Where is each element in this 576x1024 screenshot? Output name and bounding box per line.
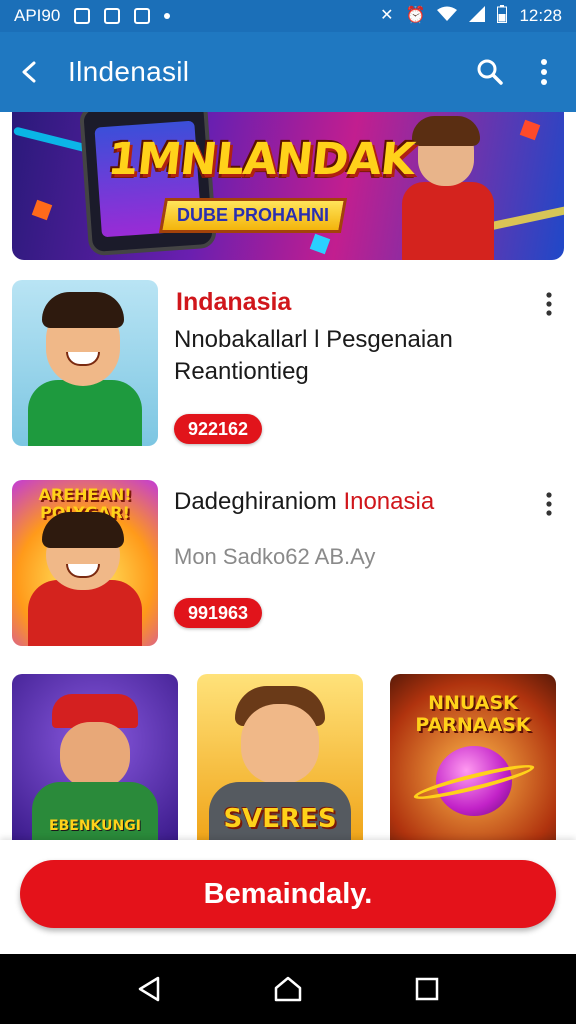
back-button[interactable] <box>2 44 58 100</box>
grid-card-label: SVERES <box>223 804 337 834</box>
triangle-back-icon <box>139 976 160 1002</box>
overflow-menu-button[interactable] <box>520 48 568 96</box>
screen: API90 ✕ ⏰ 12:28 Ilndenasil 1MNLANDAK DUB… <box>0 0 576 1024</box>
nav-recents-button[interactable] <box>399 961 455 1017</box>
item-subtitle: Mon Sadko62 AB.Ay <box>174 544 376 569</box>
nav-back-button[interactable] <box>121 961 177 1017</box>
cta-bar: Bemaindaly. <box>0 840 576 954</box>
item-title: Nnobakallarl l Pesgenaian Reantiontieg <box>174 326 453 385</box>
home-icon <box>274 976 302 1002</box>
grid-card[interactable]: SVERES <box>197 674 363 840</box>
promo-banner[interactable]: 1MNLANDAK DUBE PROHAHNI <box>12 112 564 260</box>
item-title: Dadeghiraniom Inonasia <box>174 488 435 515</box>
list-item[interactable]: AREHEAN! POLYGAR! Dadeghiraniom Inonasia… <box>12 480 564 650</box>
grid-card[interactable]: EBENKUNGI <box>12 674 178 840</box>
dot-icon <box>164 13 171 19</box>
wifi-icon <box>437 6 458 27</box>
item-thumbnail: AREHEAN! POLYGAR! <box>12 480 158 646</box>
app-bar: Ilndenasil <box>0 32 576 112</box>
search-icon <box>477 59 503 85</box>
status-bar: API90 ✕ ⏰ 12:28 <box>0 0 576 32</box>
recents-square-icon <box>415 977 438 1001</box>
status-carrier: API90 <box>14 6 61 25</box>
item-category: Indanasia <box>176 288 292 316</box>
more-vert-icon <box>546 292 552 316</box>
more-vert-icon <box>546 492 552 516</box>
item-thumbnail <box>12 280 158 446</box>
nav-home-button[interactable] <box>260 961 316 1017</box>
grid-card[interactable]: NNUASK PARNAASK <box>390 674 556 840</box>
signal-icon <box>469 5 486 27</box>
status-time: 12:28 <box>519 6 562 25</box>
item-badge: 991963 <box>174 598 263 628</box>
alarm-icon: ⏰ <box>405 7 426 24</box>
photo-icon <box>104 8 121 24</box>
list-item[interactable]: Indanasia Nnobakallarl l Pesgenaian Rean… <box>12 280 564 450</box>
primary-cta-button[interactable]: Bemaindaly. <box>20 860 556 928</box>
message-icon <box>134 8 151 24</box>
banner-ribbon-text: DUBE PROHAHNI <box>177 205 330 225</box>
item-more-button[interactable] <box>534 486 564 522</box>
battery-icon <box>497 4 508 28</box>
page-title: Ilndenasil <box>68 56 190 87</box>
arrow-left-icon <box>22 61 36 83</box>
banner-ribbon: DUBE PROHAHNI <box>158 198 348 233</box>
mute-icon: ✕ <box>380 7 394 24</box>
grid-card-label: EBENKUNGI <box>49 818 141 834</box>
search-button[interactable] <box>466 48 514 96</box>
banner-headline: 1MNLANDAK <box>105 134 417 185</box>
notification-icon <box>74 8 91 24</box>
item-more-button[interactable] <box>534 286 564 322</box>
item-badge: 922162 <box>174 414 263 444</box>
more-vert-icon <box>541 59 547 85</box>
game-grid: EBENKUNGI SVERES NNUASK PARNAASK <box>12 674 564 840</box>
system-nav-bar <box>0 954 576 1024</box>
grid-card-label: NNUASK PARNAASK <box>415 692 531 736</box>
